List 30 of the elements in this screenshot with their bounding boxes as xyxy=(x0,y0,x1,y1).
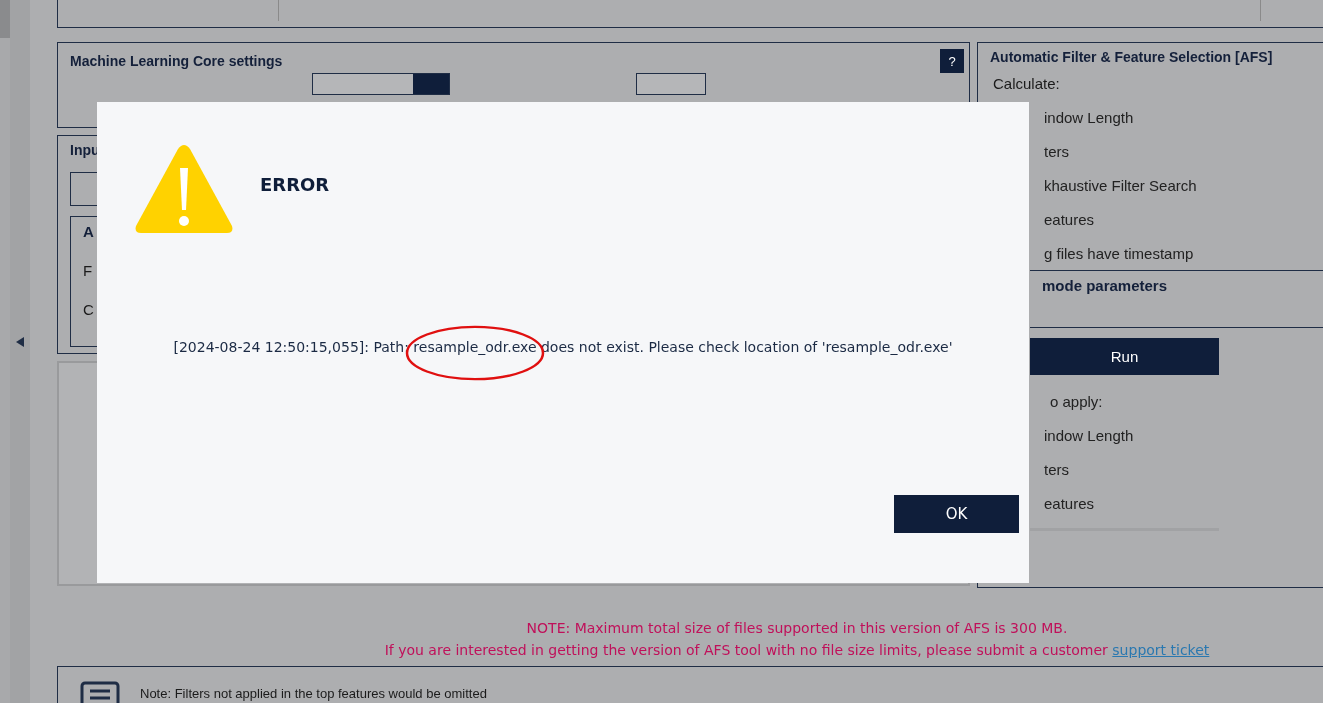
error-message: [2024-08-24 12:50:15,055]: Path: resample_odr.exe does not exist. Please check location of 'resample_odr.exe' xyxy=(173,339,953,355)
option-label: ters xyxy=(1044,461,1070,478)
option-label: ters xyxy=(1044,143,1070,160)
size-note: NOTE: Maximum total size of files supported in this version of AFS is 300 MB. xyxy=(526,620,1068,636)
ok-button[interactable]: OK xyxy=(894,495,1019,533)
window-length-field[interactable] xyxy=(636,73,706,95)
option-label: khaustive Filter Search xyxy=(1044,177,1198,194)
panel-title: Automatic Filter & Feature Selection [AFS] xyxy=(990,49,1274,65)
run-button[interactable]: Run xyxy=(1030,338,1219,375)
apply-label: o apply: xyxy=(1050,393,1104,410)
dialog-title: ERROR xyxy=(260,173,330,195)
inner-panel-title: A xyxy=(83,223,95,241)
help-button[interactable]: ? xyxy=(940,49,964,73)
option-label: g files have timestamp xyxy=(1044,245,1195,262)
section-title: mode parameters xyxy=(1042,277,1168,294)
option-label: eatures xyxy=(1044,495,1096,512)
option-label: F xyxy=(83,262,94,280)
option-label: indow Length xyxy=(1044,427,1135,444)
limit-note: If you are interested in getting the version of AFS tool with no file size limits, please submit a customer support ticket xyxy=(384,642,1210,658)
panel-title: Machine Learning Core settings xyxy=(70,53,283,69)
calculate-label: Calculate: xyxy=(993,75,1061,92)
option-label: indow Length xyxy=(1044,109,1135,126)
scrollbar[interactable] xyxy=(0,0,10,703)
option-label: eatures xyxy=(1044,211,1096,228)
odr-dropdown[interactable] xyxy=(312,73,450,95)
collapse-arrow-icon[interactable] xyxy=(16,337,24,347)
document-icon xyxy=(80,681,120,703)
option-label: C xyxy=(83,301,95,319)
warning-icon xyxy=(134,144,234,234)
filter-note: Note: Filters not applied in the top features would be omitted xyxy=(140,686,487,701)
